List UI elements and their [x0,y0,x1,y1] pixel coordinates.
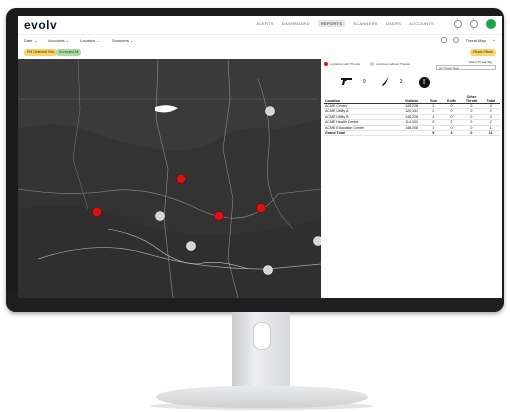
threat-location-marker[interactable] [176,174,186,184]
nav-users[interactable]: USERS [386,21,401,27]
monitor-stand-base [156,386,368,408]
gray-dot-icon [369,62,374,67]
col-visitors[interactable]: Visitors [397,95,426,104]
threat-tag-select-label: Select Threat Tag [468,60,492,64]
filter-accounts-label: Accounts [48,38,65,43]
person-icon[interactable] [441,37,448,43]
map-svg [18,59,321,298]
filter-chip-accepted[interactable]: Accepted All [56,49,82,56]
filter-accounts[interactable]: Accounts ⌄ [48,38,69,43]
knife-icon [381,76,390,88]
threat-location-marker[interactable] [92,207,102,217]
map-legend: Locations with Threats Locations without… [324,62,411,67]
nav-accounts[interactable]: ACCOUNTS [409,21,434,27]
location-marker[interactable] [155,211,165,221]
gun-icon [341,77,353,87]
col-knife[interactable]: Knife [441,95,462,104]
location-marker[interactable] [313,236,322,246]
threat-tag-select[interactable]: All Threat Tags [436,65,496,70]
location-marker[interactable] [186,241,196,251]
grand-total-row: Grand Total 9 2 0 11 [324,129,500,137]
filter-date[interactable]: Date ⌄ [24,38,37,43]
col-other-threat[interactable]: Other Threat [461,95,482,104]
app-screen: evolv ALERTS DASHBOARD REPORTS SCANNERS … [18,16,502,298]
threat-gun: 9 [341,77,366,87]
gun-count: 9 [363,79,366,85]
bell-icon[interactable] [454,20,462,28]
nav-reports[interactable]: REPORTS [317,20,346,27]
filter-location[interactable]: Location ⌄ [80,38,100,43]
filter-date-label: Date [24,38,33,43]
active-filter-chips: PM Detected Rec Accepted All Reset Filte… [18,49,502,59]
cell-total-sum: 11 [481,129,500,137]
location-pin-icon[interactable] [453,37,460,43]
threat-map[interactable] [18,59,321,298]
cell-total-knife: 2 [441,129,462,137]
nav-scanners[interactable]: SCANNERS [353,21,378,27]
nav-alerts[interactable]: ALERTS [257,21,274,27]
location-threat-table: Location Visitors Gun Knife Other Threat… [324,95,500,137]
user-avatar-icon[interactable] [486,19,496,29]
stand-cable-hole [253,322,271,350]
cell-total-label: Grand Total [324,129,398,137]
filter-location-label: Location [80,38,96,43]
cell-total-gun: 9 [425,129,442,137]
filter-bar: Date ⌄ Accounts ⌄ Location ⌄ Scanners ⌄ … [18,35,502,45]
legend-with-threats-label: Locations with Threats [330,62,360,66]
threat-other: ! [418,76,430,88]
location-marker[interactable] [265,106,275,116]
filter-scanners-label: Scanners [112,38,129,43]
legend-with-threats: Locations with Threats [324,62,360,67]
app-header: evolv ALERTS DASHBOARD REPORTS SCANNERS … [18,16,502,35]
cell-total-visitors [397,129,426,137]
chevron-down-icon[interactable]: ⌄ [492,37,496,43]
threat-location-marker[interactable] [256,203,266,213]
nav-dashboard[interactable]: DASHBOARD [282,21,310,27]
threat-location-marker[interactable] [214,211,224,221]
reset-filters-button[interactable]: Reset Filters [470,49,496,56]
col-gun[interactable]: Gun [425,95,442,104]
location-marker[interactable] [263,265,273,275]
threat-counts: 9 2 ! [341,76,430,88]
legend-without-threats-label: Locations without Threats [375,62,411,66]
view-tools: Threat Map ⌄ [441,37,496,43]
help-icon[interactable] [470,20,478,28]
filter-scanners[interactable]: Scanners ⌄ [112,38,133,43]
threat-knife: 2 [381,76,403,88]
knife-count: 2 [399,79,403,85]
main-nav: ALERTS DASHBOARD REPORTS SCANNERS USERS … [257,20,435,27]
legend-without-threats: Locations without Threats [369,62,411,67]
view-select-label[interactable]: Threat Map [465,38,485,43]
table-header-row: Location Visitors Gun Knife Other Threat… [324,95,500,104]
col-total[interactable]: Total [481,95,500,104]
col-location[interactable]: Location [324,95,398,104]
red-dot-icon [324,62,328,67]
cell-total-other: 0 [461,129,482,137]
header-icons [454,19,496,29]
filter-chip-pm-detected[interactable]: PM Detected Rec [24,49,58,56]
threat-summary-panel: Locations with Threats Locations without… [321,59,502,298]
app-logo[interactable]: evolv [24,18,57,32]
other-threat-icon: ! [418,76,430,88]
